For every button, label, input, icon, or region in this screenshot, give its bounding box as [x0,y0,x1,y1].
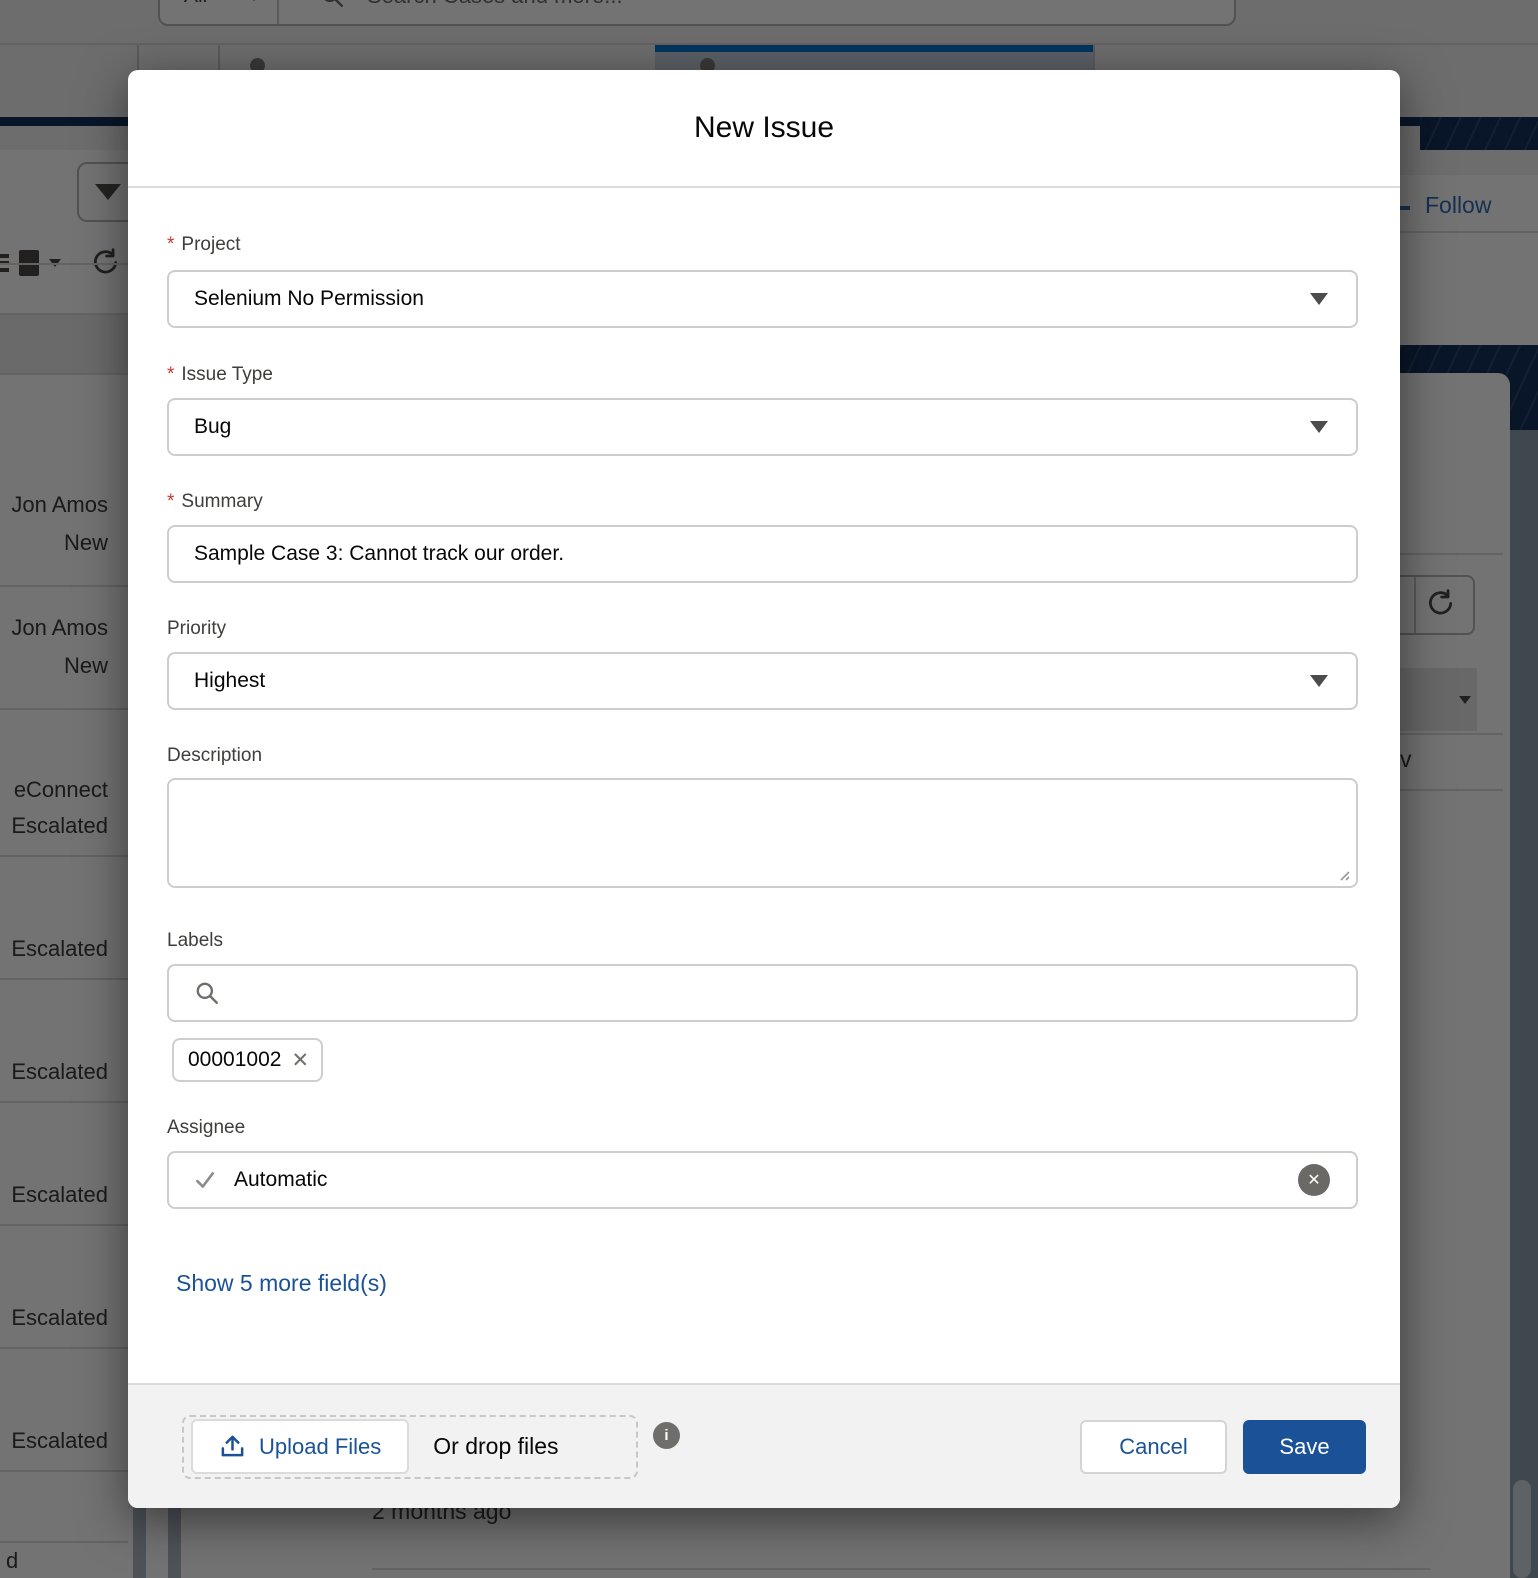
issue-type-value: Bug [194,415,1310,439]
upload-icon [219,1433,246,1460]
project-select[interactable]: Selenium No Permission [167,270,1358,328]
assignee-value: Automatic [234,1168,1298,1192]
summary-input[interactable]: Sample Case 3: Cannot track our order. [167,525,1358,583]
required-asterisk: * [167,362,174,388]
issue-type-select[interactable]: Bug [167,398,1358,456]
summary-value: Sample Case 3: Cannot track our order. [194,542,1328,566]
modal-title: New Issue [694,111,834,145]
drop-files-hint: Or drop files [433,1433,558,1460]
search-icon [194,980,220,1006]
required-asterisk: * [167,489,174,515]
remove-chip-icon[interactable]: ✕ [291,1048,309,1073]
new-issue-modal: New Issue * Project Selenium No Permissi… [128,70,1400,1508]
assignee-combobox[interactable]: Automatic ✕ [167,1151,1358,1209]
modal-header: New Issue [128,70,1400,188]
description-label: Description [167,743,262,769]
project-label: * Project [167,232,241,258]
summary-label: * Summary [167,489,263,515]
check-icon [194,1169,216,1191]
save-button[interactable]: Save [1243,1420,1366,1474]
assignee-label: Assignee [167,1115,245,1141]
chevron-down-icon [1310,421,1328,433]
chevron-down-icon [1310,675,1328,687]
labels-search-input[interactable] [167,964,1358,1022]
labels-label: Labels [167,928,223,954]
required-asterisk: * [167,232,174,258]
file-dropzone[interactable]: Upload Files Or drop files [182,1415,638,1479]
label-chip[interactable]: 00001002 ✕ [172,1038,323,1082]
issue-type-label: * Issue Type [167,362,273,388]
clear-assignee-button[interactable]: ✕ [1298,1164,1330,1196]
label-chip-text: 00001002 [188,1048,281,1072]
chevron-down-icon [1310,293,1328,305]
screen: All Search Cases and more... [0,0,1538,1578]
priority-select[interactable]: Highest [167,652,1358,710]
priority-label: Priority [167,616,226,642]
show-more-fields-link[interactable]: Show 5 more field(s) [176,1270,387,1297]
description-textarea[interactable] [167,778,1358,888]
modal-footer: Upload Files Or drop files i Cancel Save [128,1383,1400,1508]
info-icon[interactable]: i [653,1422,680,1449]
cancel-button[interactable]: Cancel [1080,1420,1227,1474]
resize-handle-icon[interactable] [1335,866,1351,882]
priority-value: Highest [194,669,1310,693]
upload-files-button[interactable]: Upload Files [191,1419,409,1474]
upload-files-label: Upload Files [259,1434,381,1460]
project-value: Selenium No Permission [194,287,1310,311]
